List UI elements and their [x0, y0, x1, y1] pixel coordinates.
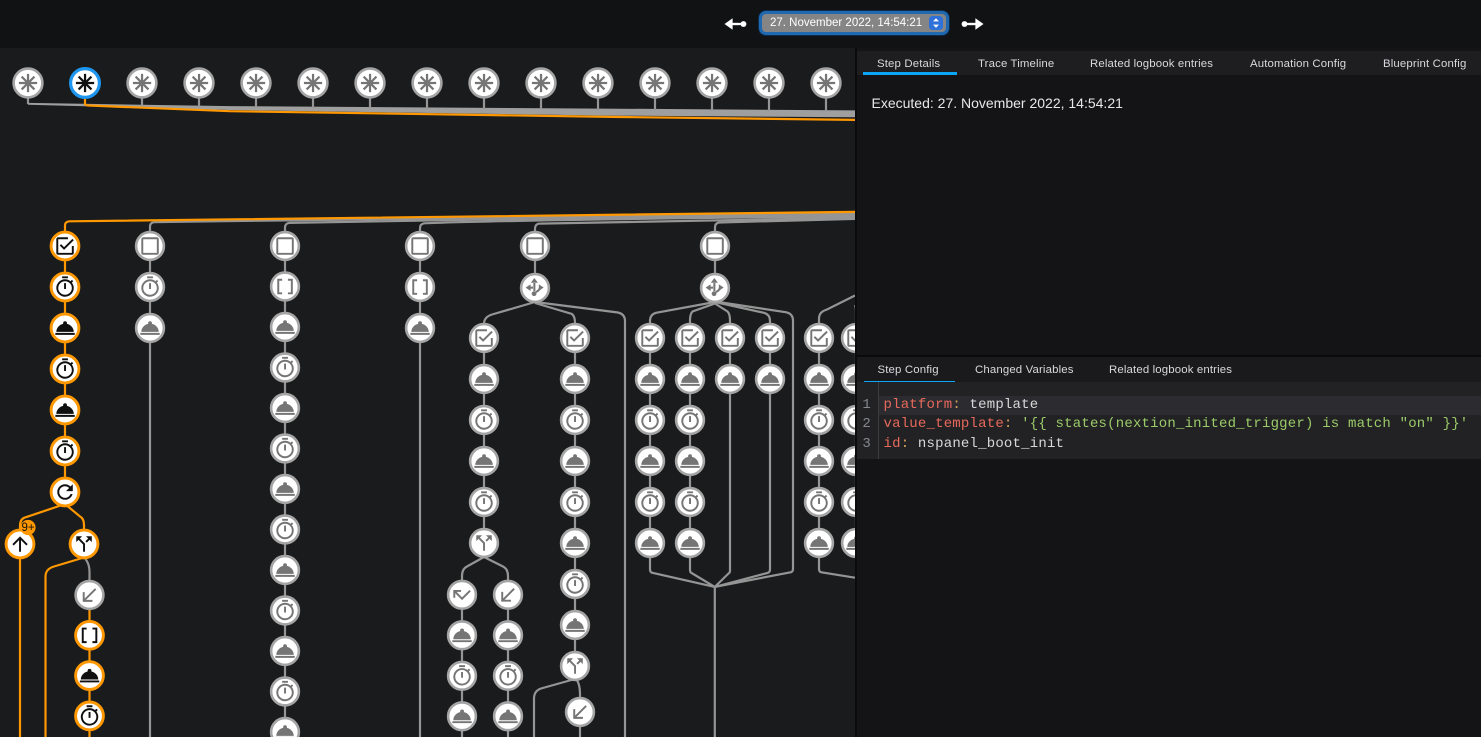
- svg-text:9+: 9+: [21, 522, 34, 534]
